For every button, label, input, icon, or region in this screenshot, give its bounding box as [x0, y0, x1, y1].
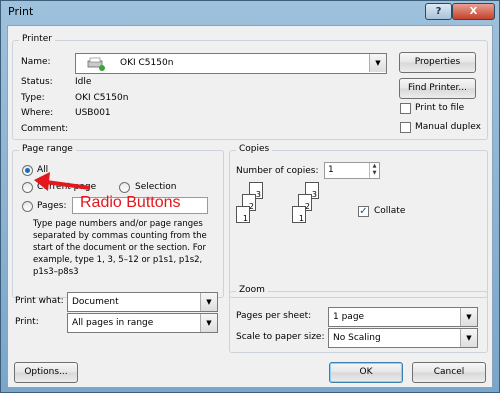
collated-pages-icon: 3 2 1	[292, 182, 332, 232]
manual-duplex-checkbox[interactable]	[400, 122, 411, 133]
print-what-label: Print what:	[15, 296, 64, 306]
collate-label: Collate	[374, 206, 406, 216]
pages-per-sheet-label: Pages per sheet:	[236, 311, 312, 321]
print-what-select[interactable]: Document ▼	[67, 292, 218, 312]
printer-icon	[86, 57, 106, 71]
chevron-down-icon[interactable]: ▼	[460, 329, 477, 347]
pages-per-sheet-value: 1 page	[333, 312, 365, 322]
scale-to-paper-select[interactable]: No Scaling ▼	[328, 328, 478, 348]
close-button[interactable]: X	[452, 3, 495, 20]
spin-arrows-icon[interactable]: ▲ ▼	[369, 163, 379, 178]
type-value: OKI C5150n	[75, 93, 129, 103]
dialog-client-area: Printer Name: OKI C5150n ▼ Status: Idle …	[7, 25, 493, 388]
where-value: USB001	[75, 108, 111, 118]
comment-label: Comment:	[21, 124, 69, 134]
page-range-help-text: Type page numbers and/or page ranges sep…	[33, 219, 207, 277]
page-range-group-label: Page range	[19, 144, 76, 154]
printer-name-label: Name:	[21, 57, 51, 67]
options-button[interactable]: Options...	[14, 362, 78, 383]
window-title: Print	[8, 5, 34, 18]
chevron-down-icon[interactable]: ▼	[460, 308, 477, 326]
ok-button[interactable]: OK	[329, 362, 403, 383]
where-label: Where:	[21, 108, 54, 118]
print-to-file-label: Print to file	[415, 103, 465, 113]
scale-to-paper-label: Scale to paper size:	[236, 332, 325, 342]
radio-pages[interactable]	[22, 201, 33, 212]
printer-group-label: Printer	[19, 34, 55, 44]
scale-to-paper-value: No Scaling	[333, 333, 381, 343]
print-select[interactable]: All pages in range ▼	[67, 313, 218, 333]
collate-checkbox[interactable]: ✓	[358, 206, 369, 217]
help-button[interactable]: ?	[425, 3, 452, 20]
printer-name-value: OKI C5150n	[120, 58, 174, 68]
radio-selection[interactable]	[119, 182, 130, 193]
print-value: All pages in range	[72, 318, 154, 328]
print-what-value: Document	[72, 297, 119, 307]
properties-button[interactable]: Properties	[399, 52, 476, 73]
zoom-group-label: Zoom	[236, 285, 268, 295]
printer-name-select[interactable]: OKI C5150n ▼	[75, 53, 387, 74]
radio-pages-label: Pages:	[37, 201, 67, 211]
radio-selection-label: Selection	[135, 182, 177, 192]
type-label: Type:	[21, 93, 45, 103]
annotation-label: Radio Buttons	[80, 194, 181, 211]
print-dialog-window: Print ? X Printer Name: OKI C5150n ▼ Sta…	[0, 0, 500, 393]
pages-per-sheet-select[interactable]: 1 page ▼	[328, 307, 478, 327]
manual-duplex-label: Manual duplex	[415, 122, 481, 132]
status-value: Idle	[75, 77, 92, 87]
print-label: Print:	[15, 317, 39, 327]
copies-value: 1	[328, 165, 334, 175]
chevron-down-icon[interactable]: ▼	[369, 54, 386, 72]
cancel-button[interactable]: Cancel	[412, 362, 486, 383]
status-label: Status:	[21, 77, 53, 87]
find-printer-button[interactable]: Find Printer...	[399, 78, 476, 99]
uncollated-pages-icon: 3 2 1	[236, 182, 276, 232]
title-bar[interactable]: Print ? X	[1, 1, 499, 23]
print-to-file-checkbox[interactable]	[400, 103, 411, 114]
number-of-copies-label: Number of copies:	[236, 166, 319, 176]
copies-group-label: Copies	[236, 144, 273, 154]
chevron-down-icon[interactable]: ▼	[200, 314, 217, 332]
copies-stepper[interactable]: 1 ▲ ▼	[324, 162, 380, 179]
chevron-down-icon[interactable]: ▼	[200, 293, 217, 311]
